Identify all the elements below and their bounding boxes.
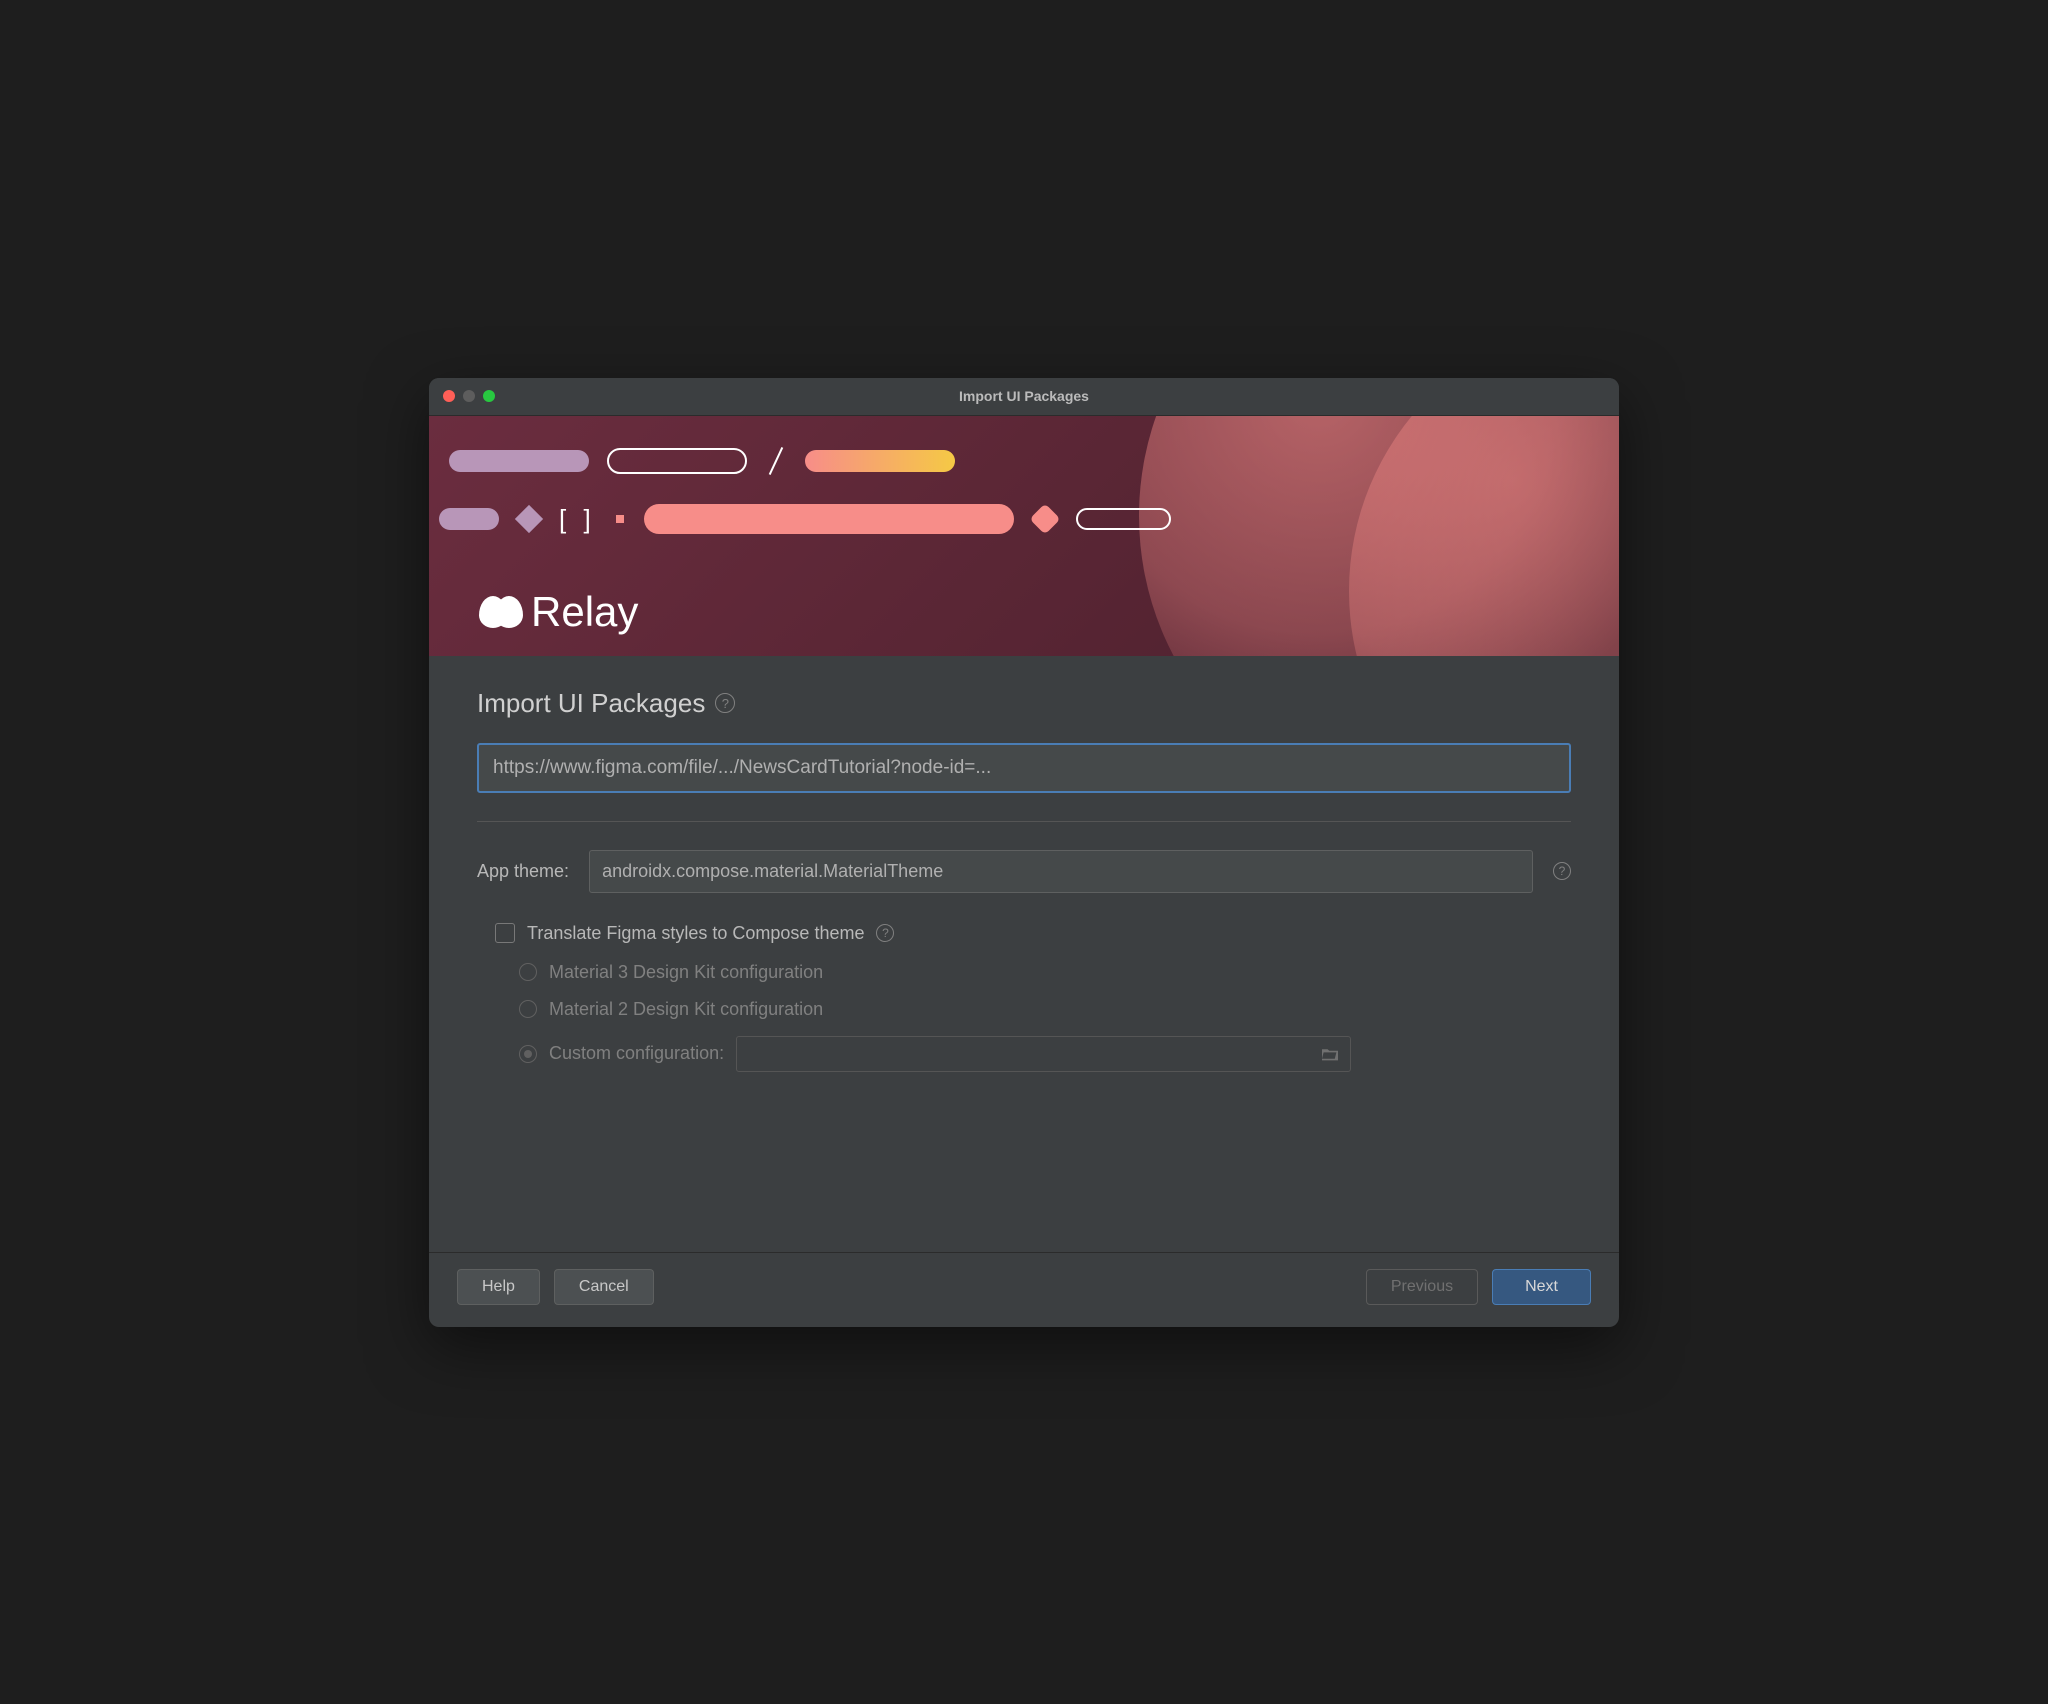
maximize-window-button[interactable] (483, 390, 495, 402)
material2-radio[interactable] (519, 1000, 537, 1018)
decorative-pill (644, 504, 1014, 534)
app-theme-label: App theme: (477, 861, 569, 882)
relay-logo: Relay (479, 588, 638, 636)
material3-radio[interactable] (519, 963, 537, 981)
footer: Help Cancel Previous Next (429, 1252, 1619, 1327)
close-window-button[interactable] (443, 390, 455, 402)
help-icon[interactable]: ? (715, 693, 735, 713)
decorative-diamond (515, 505, 543, 533)
decorative-shapes-row: [ ] (439, 504, 1171, 535)
relay-logo-text: Relay (531, 588, 638, 636)
footer-right-buttons: Previous Next (1366, 1269, 1591, 1305)
previous-button[interactable]: Previous (1366, 1269, 1478, 1305)
app-theme-row: App theme: ? (477, 850, 1571, 893)
decorative-pill-outline (1076, 508, 1171, 530)
material2-radio-label: Material 2 Design Kit configuration (549, 999, 823, 1020)
footer-left-buttons: Help Cancel (457, 1269, 654, 1305)
dialog-window: Import UI Packages [ ] Relay (429, 378, 1619, 1327)
banner: [ ] Relay (429, 416, 1619, 656)
decorative-pill-gradient (805, 450, 955, 472)
help-icon[interactable]: ? (876, 924, 894, 942)
app-theme-input[interactable] (589, 850, 1533, 893)
cancel-button[interactable]: Cancel (554, 1269, 654, 1305)
translate-checkbox-row: Translate Figma styles to Compose theme … (477, 923, 1571, 944)
divider (477, 821, 1571, 822)
next-button[interactable]: Next (1492, 1269, 1591, 1305)
minimize-window-button[interactable] (463, 390, 475, 402)
translate-checkbox-label: Translate Figma styles to Compose theme (527, 923, 864, 944)
custom-config-radio[interactable] (519, 1045, 537, 1063)
help-button[interactable]: Help (457, 1269, 540, 1305)
decorative-brackets: [ ] (559, 504, 596, 535)
decorative-diamond (1029, 503, 1060, 534)
custom-config-input[interactable] (736, 1036, 1351, 1072)
section-heading-row: Import UI Packages ? (477, 688, 1571, 719)
decorative-pill (439, 508, 499, 530)
material3-radio-label: Material 3 Design Kit configuration (549, 962, 823, 983)
titlebar: Import UI Packages (429, 378, 1619, 416)
decorative-shapes-row (449, 446, 955, 476)
folder-icon[interactable] (1319, 1046, 1341, 1062)
decorative-pill-outline (607, 448, 747, 474)
custom-config-radio-label: Custom configuration: (549, 1043, 724, 1064)
window-title: Import UI Packages (445, 388, 1603, 404)
figma-url-input[interactable] (477, 743, 1571, 793)
custom-config-radio-row: Custom configuration: (477, 1036, 1571, 1072)
section-heading: Import UI Packages (477, 688, 705, 719)
relay-logo-icon (479, 596, 523, 628)
decorative-pill (449, 450, 589, 472)
help-icon[interactable]: ? (1553, 862, 1571, 880)
content-area: Import UI Packages ? App theme: ? Transl… (429, 656, 1619, 1112)
decorative-slash (769, 446, 783, 474)
decorative-square (616, 515, 624, 523)
translate-checkbox[interactable] (495, 923, 515, 943)
decorative-arc (1349, 416, 1619, 656)
material2-radio-row: Material 2 Design Kit configuration (477, 999, 1571, 1020)
material3-radio-row: Material 3 Design Kit configuration (477, 962, 1571, 983)
window-controls (443, 390, 495, 402)
